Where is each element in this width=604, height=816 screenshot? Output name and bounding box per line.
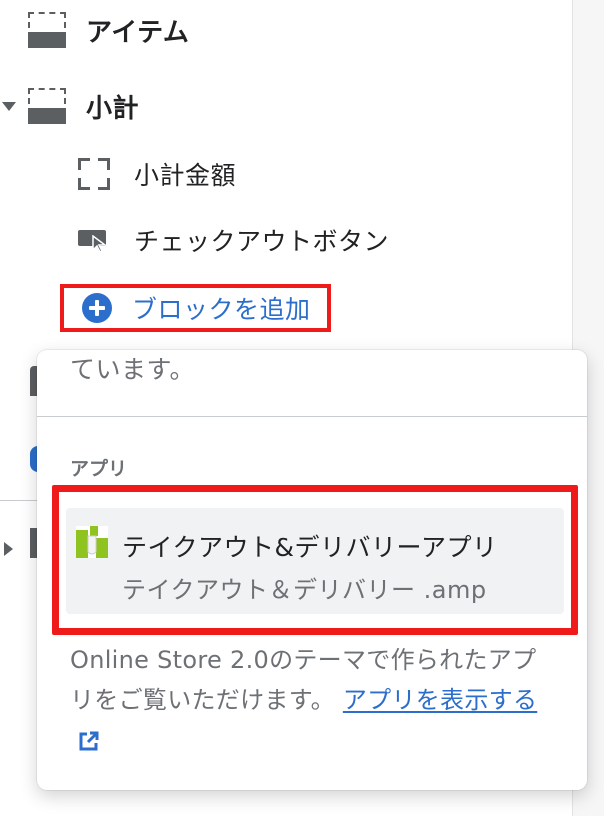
section-icon <box>28 88 66 124</box>
app-block-row[interactable]: テイクアウト&デリバリーアプリ テイクアウト＆デリバリー .amp <box>66 508 564 614</box>
app-subtitle: テイクアウト＆デリバリー .amp <box>122 576 487 604</box>
add-block-label: ブロックを追加 <box>132 295 311 324</box>
app-logo-icon <box>76 526 108 558</box>
block-item-label: 小計金額 <box>134 161 237 190</box>
divider <box>37 416 587 417</box>
sidebar-item-subtotal[interactable]: 小計 <box>0 84 139 128</box>
add-block-highlight[interactable]: ブロックを追加 <box>60 284 331 332</box>
plus-circle-icon <box>82 293 112 323</box>
block-item-checkout-button[interactable]: チェックアウトボタン <box>78 220 389 260</box>
page: アイテム 小計 小計金額 チェックアウトボタン ブロックを追加 ています。 アプ… <box>0 0 604 816</box>
sidebar-item-label: アイテム <box>86 17 190 48</box>
apps-info-text: Online Store 2.0のテーマで作られたアプリをご覧いただけます。 ア… <box>70 640 560 760</box>
chevron-down-icon[interactable] <box>2 101 16 111</box>
section-icon <box>28 12 66 48</box>
block-item-label: チェックアウトボタン <box>134 227 390 256</box>
block-item-subtotal-amount[interactable]: 小計金額 <box>78 154 236 194</box>
app-name: テイクアウト&デリバリーアプリ <box>122 533 498 562</box>
add-block-button[interactable]: ブロックを追加 <box>60 284 331 332</box>
popover-text: ています。 <box>70 355 196 384</box>
add-block-popover: ています。 アプリ テイクアウト&デリバリーアプリ テイクアウト＆デリバリー .… <box>37 350 587 790</box>
apps-heading: アプリ <box>70 458 128 480</box>
sidebar-item-items[interactable]: アイテム <box>28 10 189 50</box>
button-cursor-icon <box>78 225 110 255</box>
corners-icon <box>78 158 110 190</box>
divider <box>0 500 40 501</box>
sidebar-item-label: 小計 <box>86 93 140 124</box>
external-link-icon <box>79 731 99 751</box>
chevron-right-icon[interactable] <box>4 542 13 556</box>
app-block-option[interactable]: テイクアウト&デリバリーアプリ テイクアウト＆デリバリー .amp <box>52 485 578 635</box>
